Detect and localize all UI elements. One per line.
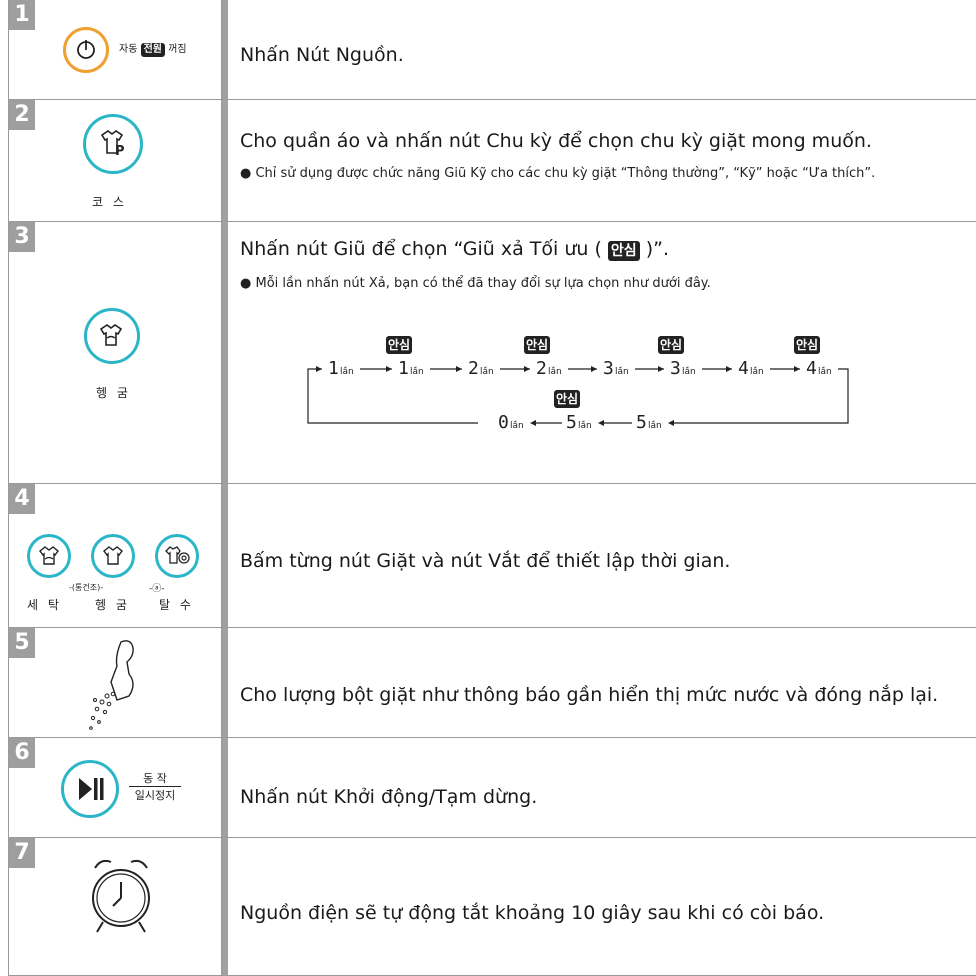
- sequence-safe-badge-text: 안심: [796, 337, 818, 352]
- spin-button-icon[interactable]: [155, 534, 199, 578]
- step-row-2: 2 P 코 스 Cho quần áo và nhấn nút Chu kỳ đ…: [8, 100, 976, 222]
- step-icon-cell-6: 6 동 작 일시정지: [8, 738, 222, 837]
- sequence-unit: lần: [548, 366, 562, 377]
- step-text-6: Nhấn nút Khởi động/Tạm dừng.: [240, 786, 538, 808]
- step-number-4: 4: [9, 484, 35, 514]
- sequence-top-value: 1: [328, 358, 339, 379]
- power-icon[interactable]: [63, 27, 109, 73]
- start-label: 동 작: [129, 770, 181, 787]
- rinse-label: 헹 굼: [96, 386, 131, 400]
- step-text-3: Nhấn nút Giũ để chọn “Giũ xả Tối ưu ( 안심…: [240, 238, 669, 261]
- sequence-top-value: 2: [536, 358, 547, 379]
- sequence-unit: lần: [648, 420, 662, 431]
- sequence-arrowhead: [456, 366, 462, 372]
- sequence-safe-badge-text: 안심: [660, 337, 682, 352]
- sequence-unit: lần: [578, 420, 592, 431]
- rinse-button-icon[interactable]: [84, 308, 140, 364]
- step-text-5: Cho lượng bột giặt như thông báo gần hiể…: [240, 684, 939, 706]
- wash-button-icon[interactable]: [27, 534, 71, 578]
- sequence-arrowhead: [316, 366, 322, 372]
- lock-icon: -ⓐ-: [149, 584, 165, 594]
- step-text-7: Nguồn điện sẽ tự động tắt khoảng 10 giây…: [240, 902, 825, 924]
- step-icon-cell-4: 4 -(통건조)- -ⓐ- 세 탁 헹 굼 탈 수: [8, 484, 222, 627]
- sequence-arrowhead: [591, 366, 597, 372]
- wash-label: 세 탁: [27, 598, 62, 612]
- sequence-arrowhead: [524, 366, 530, 372]
- sequence-unit: lần: [750, 366, 764, 377]
- dry-sublabel-text: 통건조: [75, 583, 98, 592]
- rinse-button-icon-2[interactable]: [91, 534, 135, 578]
- step-bullet-3: ● Mỗi lần nhấn nút Xả, bạn có thể đã tha…: [240, 276, 711, 291]
- start-pause-label: 동 작 일시정지: [129, 770, 181, 803]
- safe-badge: 안심: [607, 241, 640, 261]
- step-icon-cell-1: 1 자동 전원 꺼짐: [8, 0, 222, 99]
- sequence-top-value: 3: [670, 358, 681, 379]
- step-number-6: 6: [9, 738, 35, 768]
- rinse-sequence-diagram: 안심 안심 안심 안심1 lần 1 lần 2 lần 2 lần 3 lần 3 lần 4 lần 4 lần…: [307, 336, 849, 433]
- pause-label: 일시정지: [134, 789, 176, 802]
- step-row-7: 7 Nguồn điện sẽ tự động tắt khoảng 10 gi…: [8, 838, 976, 976]
- course-label: 코 스: [92, 195, 127, 209]
- sequence-top-value: 3: [603, 358, 614, 379]
- sequence-unit: lần: [682, 366, 696, 377]
- step-row-1: 1 자동 전원 꺼짐 Nhấn Nút Nguồn.: [8, 0, 976, 100]
- step-row-4: 4 -(통건조)- -ⓐ- 세 탁 헹 굼 탈 수 Bấm từng nút G…: [8, 484, 976, 628]
- step-number-3: 3: [9, 222, 35, 252]
- sequence-unit: lần: [480, 366, 494, 377]
- sequence-unit: lần: [615, 366, 629, 377]
- course-button-icon[interactable]: P: [83, 114, 143, 174]
- sequence-safe-badge-text: 안심: [388, 337, 410, 352]
- detergent-scoop-icon: [89, 640, 134, 730]
- sequence-bottom-value: 5: [636, 412, 647, 433]
- step-text-2: Cho quần áo và nhấn nút Chu kỳ để chọn c…: [240, 130, 872, 152]
- step-number-5: 5: [9, 628, 35, 658]
- sequence-top-value: 4: [738, 358, 749, 379]
- step-bullet-2: ● Chỉ sử dụng được chức năng Giũ Kỹ cho …: [240, 166, 876, 181]
- step-text-4: Bấm từng nút Giặt và nút Vắt để thiết lậ…: [240, 550, 731, 572]
- step-text-3-part1: Nhấn nút Giũ để chọn “Giũ xả Tối ưu (: [240, 238, 608, 260]
- sequence-unit: lần: [510, 420, 524, 431]
- start-pause-button-icon[interactable]: [61, 760, 119, 818]
- sequence-top-value: 2: [468, 358, 479, 379]
- auto-label: 자동: [119, 44, 138, 55]
- sequence-bottom-value: 5: [566, 412, 577, 433]
- step-icon-cell-5: 5: [8, 628, 222, 737]
- sequence-unit: lần: [818, 366, 832, 377]
- step-number-7: 7: [9, 838, 35, 868]
- sequence-top-value: 4: [806, 358, 817, 379]
- step-row-5: 5 Cho lượng bột giặt như thông báo gần h…: [8, 628, 976, 738]
- off-label: 꺼짐: [168, 44, 187, 55]
- step-row-6: 6 동 작 일시정지 Nhấn nút Khởi động/Tạm dừng.: [8, 738, 976, 838]
- sequence-unit: lần: [410, 366, 424, 377]
- sequence-bottom-value: 0: [498, 412, 509, 433]
- step-icon-cell-7: 7: [8, 838, 222, 975]
- step-icon-cell-2: 2 P 코 스: [8, 100, 222, 221]
- step-number-2: 2: [9, 100, 35, 130]
- step-number-1: 1: [9, 0, 35, 30]
- sequence-arrowhead: [386, 366, 392, 372]
- sequence-top-value: 1: [398, 358, 409, 379]
- svg-text:P: P: [115, 144, 125, 159]
- step-text-1: Nhấn Nút Nguồn.: [240, 44, 404, 66]
- step-text-3-part2: )”.: [639, 238, 670, 260]
- rinse-label-2: 헹 굼: [95, 598, 130, 612]
- sequence-safe-badge-text: 안심: [556, 391, 578, 406]
- spin-label: 탈 수: [159, 598, 194, 612]
- sequence-arrowhead: [658, 366, 664, 372]
- step-icon-cell-3: 3 헹 굼: [8, 222, 222, 483]
- sequence-safe-badge-text: 안심: [526, 337, 548, 352]
- instruction-table: 1 자동 전원 꺼짐 Nhấn Nút Nguồn. 2 P 코 스 Cho q…: [8, 0, 976, 976]
- sequence-unit: lần: [340, 366, 354, 377]
- dry-sublabel: -(통건조)-: [69, 583, 104, 592]
- sequence-arrowhead: [726, 366, 732, 372]
- sequence-arrowhead: [794, 366, 800, 372]
- power-badge: 전원: [140, 43, 165, 57]
- sequence-loop-line: [698, 368, 849, 424]
- alarm-clock-icon: [92, 859, 150, 933]
- power-button-label: 자동 전원 꺼짐: [119, 40, 187, 57]
- step-row-3: 3 헹 굼 Nhấn nút Giũ để chọn “Giũ xả Tối ư…: [8, 222, 976, 484]
